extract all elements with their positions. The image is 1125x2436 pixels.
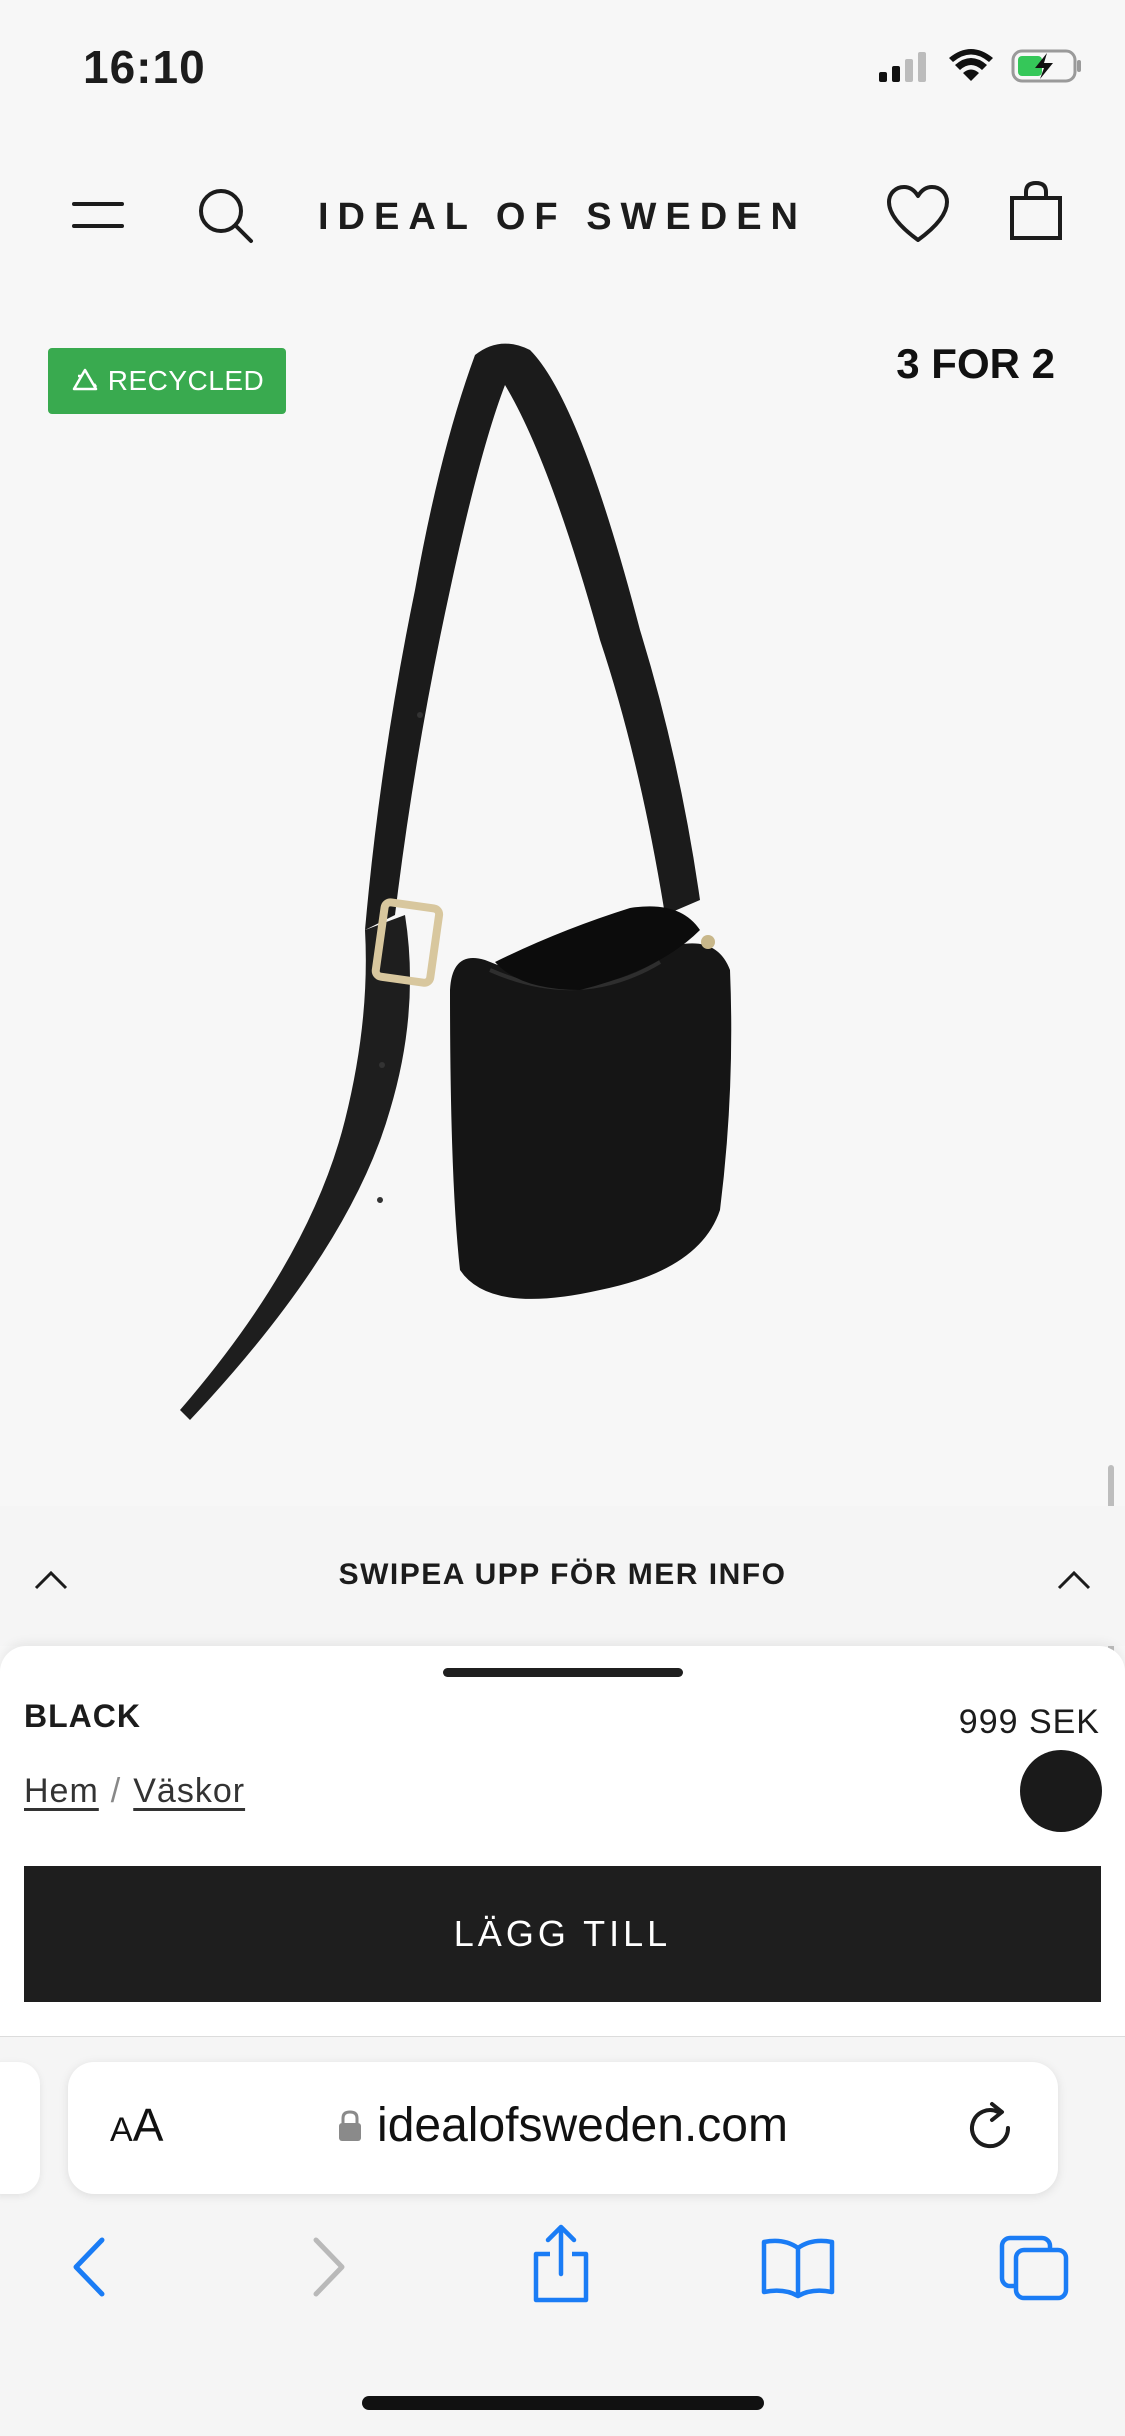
browser-toolbar xyxy=(0,2224,1125,2310)
lock-icon xyxy=(339,2109,362,2141)
url-text: idealofsweden.com xyxy=(377,2099,788,2152)
status-time: 16:10 xyxy=(83,41,206,93)
product-price: 999 SEK xyxy=(958,1703,1100,1741)
signal-icon xyxy=(879,52,926,82)
swipe-up-label: SWIPEA UPP FÖR MER INFO xyxy=(338,1558,787,1591)
wifi-icon xyxy=(949,49,993,81)
product-image[interactable] xyxy=(160,330,860,1450)
color-swatch-black[interactable] xyxy=(1020,1750,1102,1832)
breadcrumb-category-link[interactable]: Väskor xyxy=(133,1772,245,1811)
url-display[interactable]: idealofsweden.com xyxy=(0,2098,1125,2153)
status-icons xyxy=(877,48,1083,84)
sheet-handle[interactable] xyxy=(443,1668,683,1677)
brand-logo[interactable]: IDEAL OF SWEDEN xyxy=(0,196,1125,239)
home-indicator[interactable] xyxy=(362,2396,764,2410)
breadcrumb-home-link[interactable]: Hem xyxy=(24,1772,99,1811)
reload-icon[interactable] xyxy=(962,2100,1018,2156)
add-to-cart-button[interactable]: LÄGG TILL xyxy=(24,1866,1101,2002)
product-color-name: BLACK xyxy=(24,1698,141,1734)
breadcrumb: Hem / Väskor xyxy=(24,1772,245,1811)
tabs-icon[interactable] xyxy=(998,2234,1070,2302)
breadcrumb-separator: / xyxy=(110,1772,122,1810)
forward-icon[interactable] xyxy=(310,2236,350,2298)
recycle-icon xyxy=(72,368,97,391)
promo-label: 3 FOR 2 xyxy=(896,340,1055,387)
share-icon[interactable] xyxy=(530,2224,592,2304)
bookmarks-icon[interactable] xyxy=(760,2236,836,2300)
back-icon[interactable] xyxy=(68,2236,108,2298)
battery-charging-icon xyxy=(1011,49,1081,83)
